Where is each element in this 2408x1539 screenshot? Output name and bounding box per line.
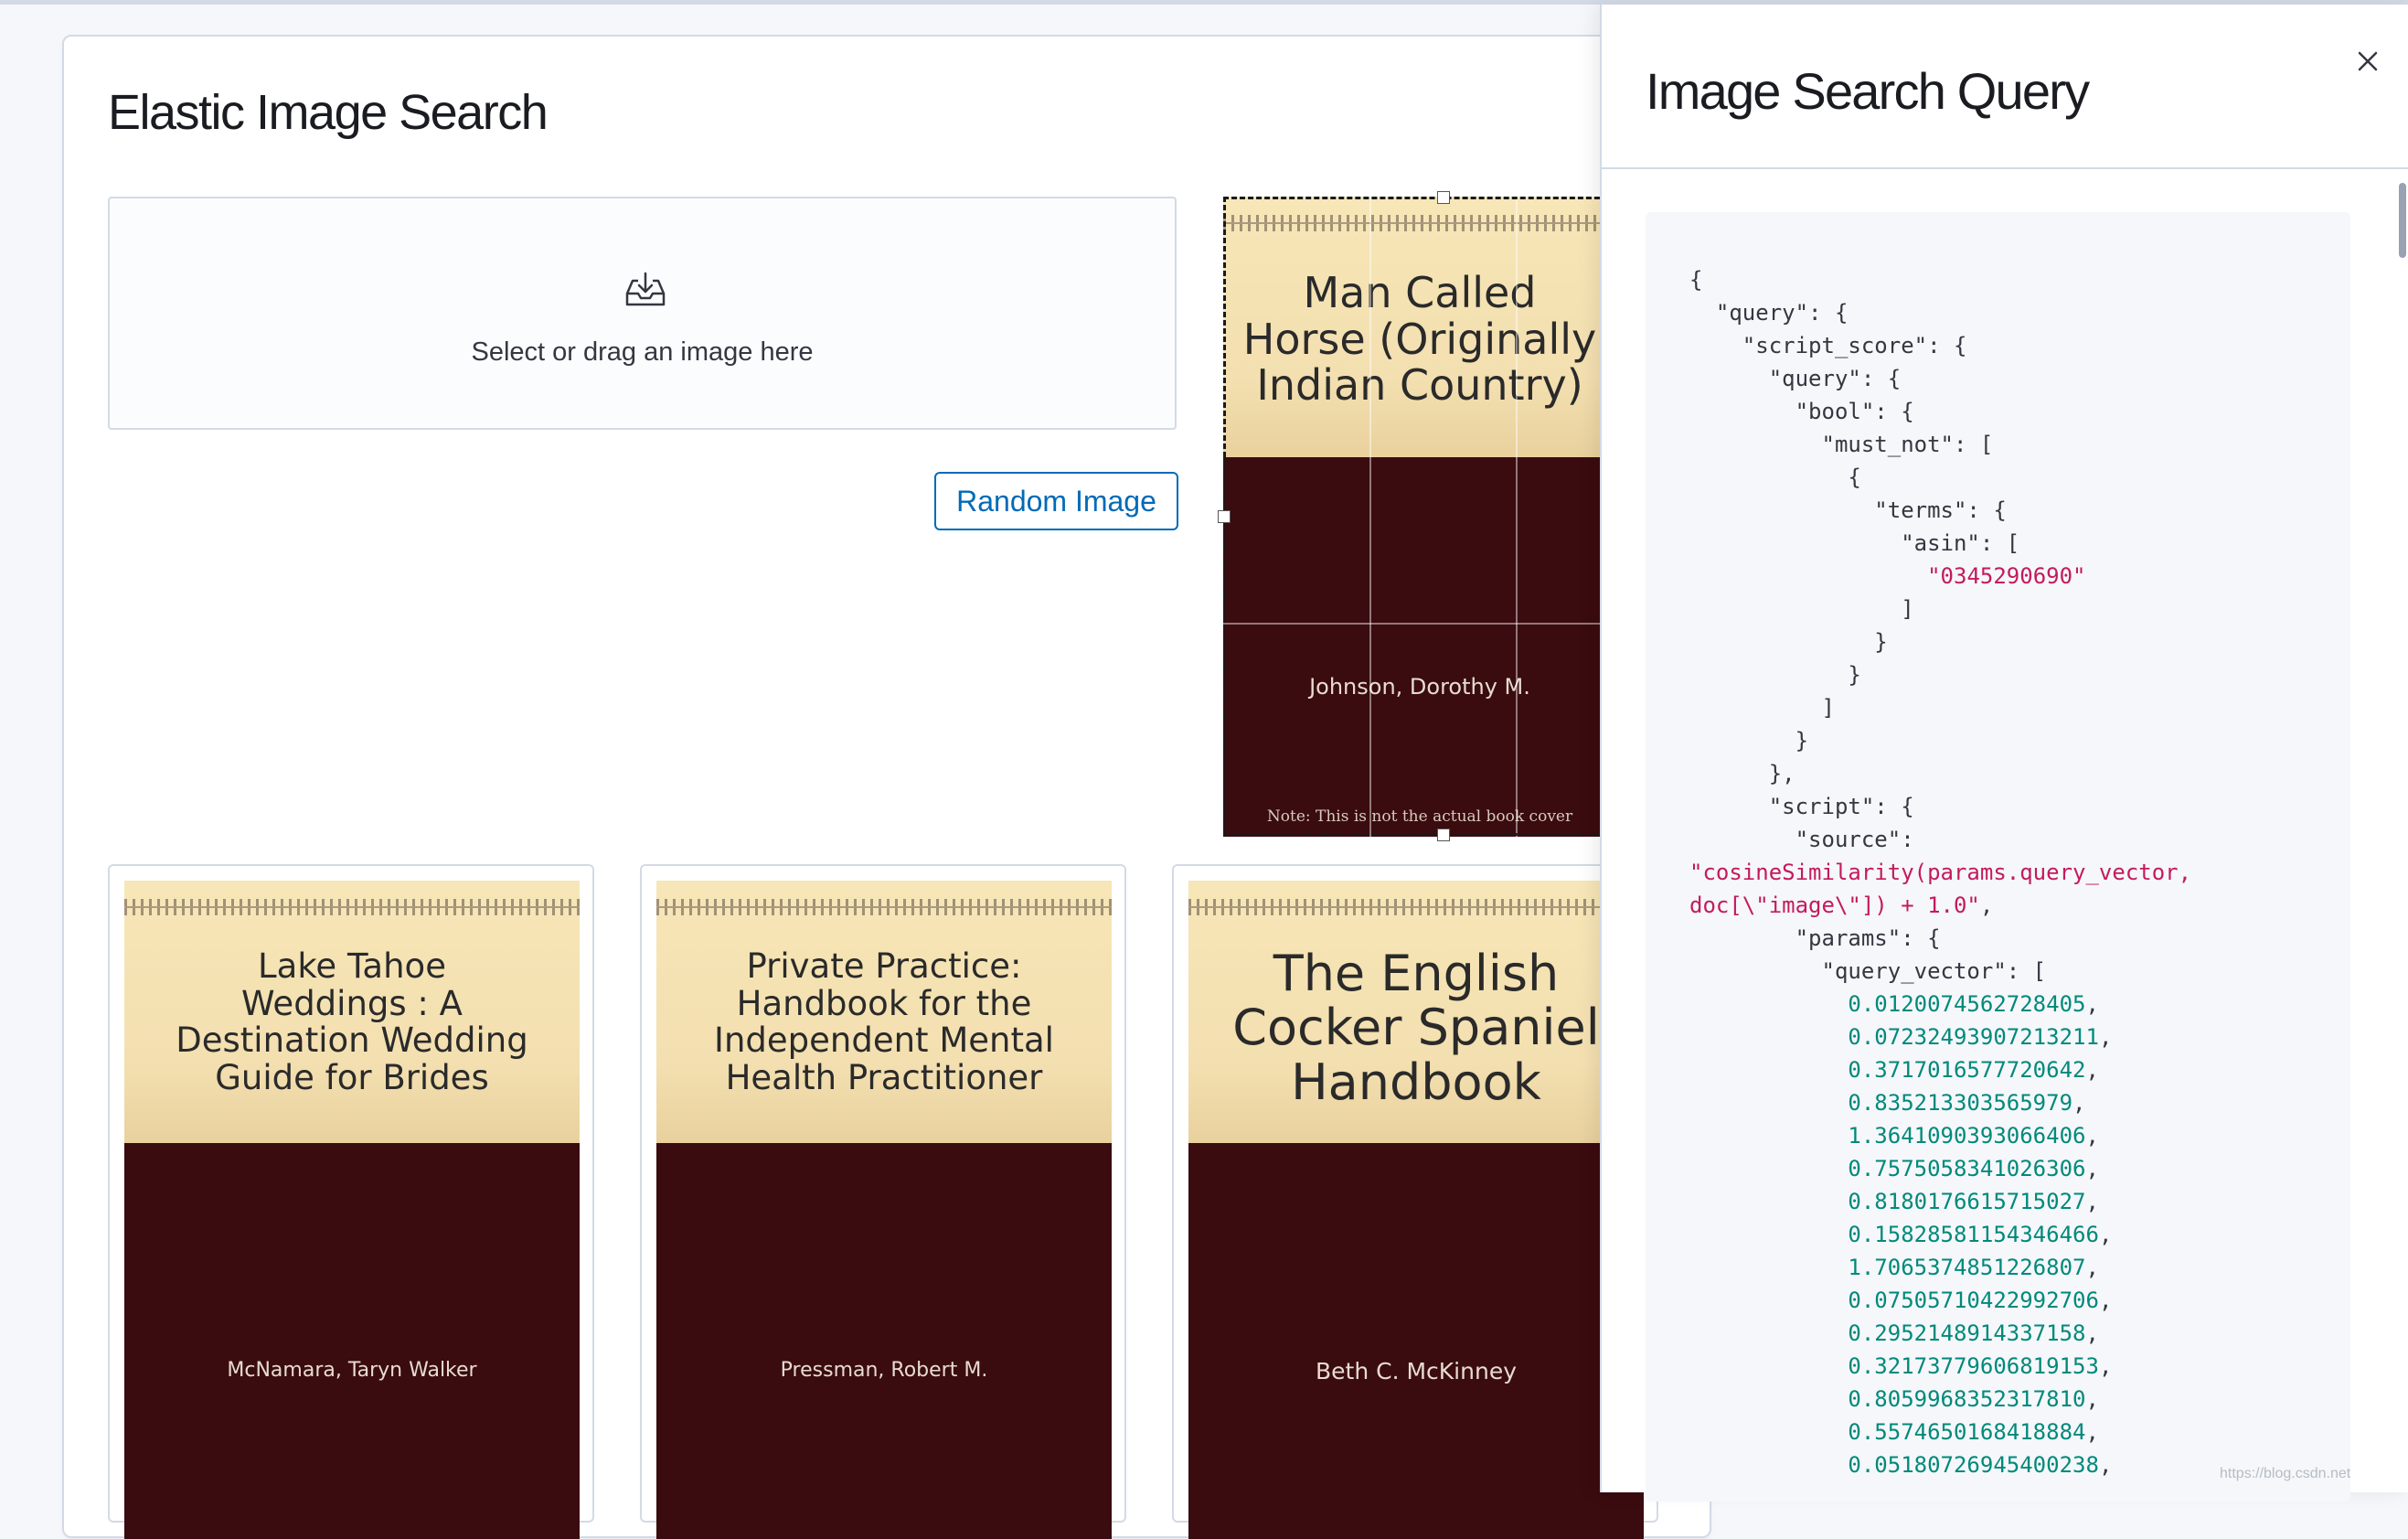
result-title-line: Guide for Brides (215, 1058, 489, 1098)
code-line: } (1689, 662, 1861, 688)
query-code-block[interactable]: { "query": { "script_score": { "query": … (1646, 212, 2350, 1502)
vector-value: 0.0120074562728405 (1848, 991, 2086, 1017)
asin-string: "0345290690" (1927, 563, 2086, 589)
vector-value: 0.05180726945400238 (1848, 1452, 2099, 1478)
code-line: "bool": { (1689, 399, 1914, 424)
app-title: Elastic Image Search (108, 85, 549, 140)
result-title-line: Handbook for the (736, 983, 1032, 1023)
result-title-line: Private Practice: (746, 946, 1022, 986)
result-title-line: Destination Wedding (176, 1021, 528, 1061)
selected-book-note: Note: This is not the actual book cover (1266, 807, 1573, 826)
selected-title-line: Indian Country) (1256, 360, 1583, 411)
result-title-line: Handbook (1291, 1053, 1541, 1111)
flyout-scrollbar[interactable] (2399, 183, 2406, 258)
code-line: "query": { (1689, 366, 1902, 391)
selected-title-line: Horse (Originally (1242, 314, 1597, 364)
vector-value: 0.3717016577720642 (1848, 1057, 2086, 1083)
result-book-cover: Private Practice: Handbook for the Indep… (656, 881, 1112, 1539)
vector-value: 0.07232493907213211 (1848, 1024, 2099, 1050)
code-line: { (1689, 465, 1861, 490)
code-line: } (1689, 629, 1888, 655)
crop-grid-line (1369, 197, 1371, 837)
vector-value: 0.2952148914337158 (1848, 1320, 2086, 1346)
code-line: "script_score": { (1689, 333, 1967, 358)
result-book-author: Beth C. McKinney (1316, 1358, 1517, 1384)
close-icon[interactable] (2349, 43, 2386, 80)
source-string: doc[\"image\"]) + 1.0" (1689, 892, 1980, 918)
code-line: "params": { (1689, 925, 1941, 951)
code-line: "terms": { (1689, 497, 2007, 523)
result-book-author: Pressman, Robert M. (780, 1359, 988, 1382)
vector-value: 0.5574650168418884 (1848, 1419, 2086, 1445)
vector-value: 0.8059968352317810 (1848, 1386, 2086, 1412)
flyout-title: Image Search Query (1646, 62, 2090, 120)
result-book-cover: Lake Tahoe Weddings : A Destination Wedd… (124, 881, 580, 1539)
code-line: "asin": [ (1689, 530, 2020, 556)
vector-value: 0.7575058341026306 (1848, 1156, 2086, 1181)
code-line: } (1689, 728, 1809, 753)
result-book-cover: The English Cocker Spaniel Handbook Beth… (1188, 881, 1644, 1539)
vector-value: 0.8180176615715027 (1848, 1189, 2086, 1214)
code-line: }, (1689, 761, 1795, 786)
watermark-text: https://blog.csdn.net (2220, 1466, 2351, 1481)
crop-handle[interactable] (1437, 828, 1450, 841)
selected-book-author: Johnson, Dorothy M. (1309, 674, 1530, 700)
vector-value: 0.15828581154346466 (1848, 1222, 2099, 1247)
crop-handle[interactable] (1437, 191, 1450, 204)
code-line: "query_vector": [ (1689, 958, 2047, 984)
crop-grid-line (1516, 197, 1518, 837)
vector-value: 0.07505710422992706 (1848, 1288, 2099, 1313)
selected-book-cover: Man Called Horse (Originally Indian Coun… (1223, 197, 1600, 837)
flyout-divider (1602, 167, 2408, 169)
result-title-line: Lake Tahoe (258, 946, 446, 986)
result-card[interactable]: Lake Tahoe Weddings : A Destination Wedd… (108, 864, 594, 1539)
image-dropzone[interactable]: Select or drag an image here (108, 197, 1177, 430)
crop-grid-line (1223, 623, 1600, 625)
result-card[interactable]: Private Practice: Handbook for the Indep… (640, 864, 1126, 1539)
vector-value: 1.3641090393066406 (1848, 1123, 2086, 1149)
selected-image-preview[interactable]: Man Called Horse (Originally Indian Coun… (1223, 197, 1600, 837)
source-string: "cosineSimilarity(params.query_vector, (1689, 860, 2192, 885)
code-line: "must_not": [ (1689, 432, 1994, 457)
code-line: { (1689, 267, 1703, 293)
result-title-line: Independent Mental (714, 1021, 1054, 1061)
code-line: "script": { (1689, 794, 1914, 819)
query-json: { "query": { "script_score": { "query": … (1689, 267, 2192, 1478)
result-title-line: Cocker Spaniel (1232, 999, 1600, 1057)
dropzone-text: Select or drag an image here (471, 337, 814, 367)
vector-value: 0.32173779606819153 (1848, 1353, 2099, 1379)
query-flyout: Image Search Query { "query": { "script_… (1600, 5, 2408, 1502)
upload-tray-icon (625, 272, 666, 306)
code-line: ] (1689, 695, 1835, 721)
result-title-line: Weddings : A (241, 983, 463, 1023)
random-image-button[interactable]: Random Image (934, 472, 1178, 530)
result-card[interactable]: The English Cocker Spaniel Handbook Beth… (1172, 864, 1658, 1539)
result-title-line: The English (1273, 945, 1560, 1002)
selected-title-line: Man Called (1303, 268, 1537, 317)
vector-value: 1.7065374851226807 (1848, 1255, 2086, 1280)
vector-value: 0.835213303565979 (1848, 1090, 2073, 1116)
code-line: "query": { (1689, 300, 1849, 326)
code-line: ] (1689, 596, 1914, 622)
crop-handle[interactable] (1218, 510, 1231, 523)
result-book-author: McNamara, Taryn Walker (227, 1359, 477, 1382)
code-line: "source": (1689, 827, 1914, 852)
result-title-line: Health Practitioner (725, 1058, 1043, 1098)
